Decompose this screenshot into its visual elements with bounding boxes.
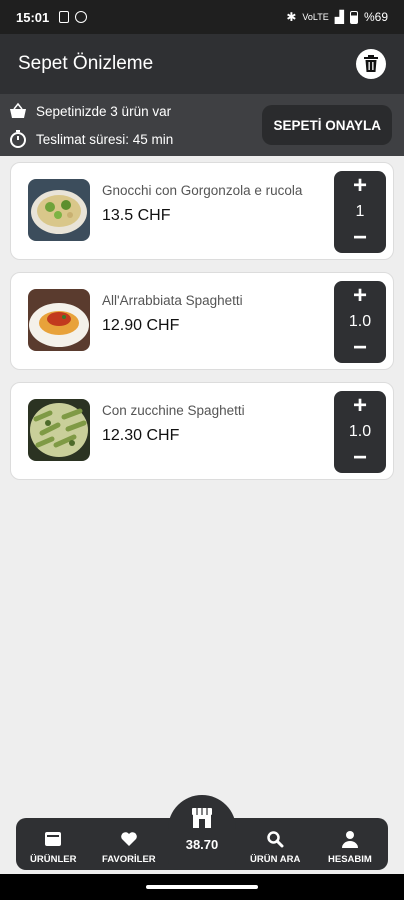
nav-favorites[interactable]: FAVORİLER bbox=[102, 830, 156, 865]
store-icon bbox=[192, 808, 212, 828]
product-price: 12.30 CHF bbox=[102, 427, 180, 444]
quantity-value: 1 bbox=[355, 203, 365, 220]
home-handle[interactable] bbox=[146, 885, 258, 889]
product-image bbox=[28, 289, 90, 351]
status-time: 15:01 bbox=[16, 9, 50, 25]
user-icon bbox=[341, 831, 358, 848]
nav-favorites-label: FAVORİLER bbox=[102, 854, 156, 865]
cart-info-bar: Sepetinizde 3 ürün var Teslimat süresi: … bbox=[0, 94, 404, 156]
nav-search[interactable]: ÜRÜN ARA bbox=[250, 830, 300, 865]
decrease-button[interactable]: − bbox=[353, 336, 367, 360]
confirm-cart-button[interactable]: SEPETİ ONAYLA bbox=[262, 105, 392, 145]
product-image bbox=[28, 399, 90, 461]
delivery-time-text: Teslimat süresi: 45 min bbox=[36, 131, 174, 147]
product-name: Con zucchine Spaghetti bbox=[102, 403, 245, 418]
cart-total-button[interactable]: 38.70 bbox=[168, 795, 236, 870]
cart-item: All'Arrabbiata Spaghetti 12.90 CHF + 1.0… bbox=[10, 272, 394, 370]
increase-button[interactable]: + bbox=[353, 174, 367, 198]
product-price: 13.5 CHF bbox=[102, 207, 171, 224]
cart-item: Gnocchi con Gorgonzola e rucola 13.5 CHF… bbox=[10, 162, 394, 260]
cart-item: Con zucchine Spaghetti 12.30 CHF + 1.0 − bbox=[10, 382, 394, 480]
search-icon bbox=[267, 831, 284, 848]
nav-account-label: HESABIM bbox=[328, 854, 372, 865]
battery-level: %69 bbox=[363, 10, 388, 24]
products-icon bbox=[45, 832, 62, 846]
product-name: All'Arrabbiata Spaghetti bbox=[102, 293, 243, 308]
decrease-button[interactable]: − bbox=[353, 446, 367, 470]
nav-products[interactable]: ÜRÜNLER bbox=[30, 830, 76, 865]
heart-icon bbox=[121, 832, 137, 846]
increase-button[interactable]: + bbox=[353, 284, 367, 308]
increase-button[interactable]: + bbox=[353, 394, 367, 418]
quantity-value: 1.0 bbox=[348, 313, 372, 330]
battery-icon bbox=[349, 10, 358, 24]
page-title: Sepet Önizleme bbox=[18, 53, 154, 74]
cart-item-list: Gnocchi con Gorgonzola e rucola 13.5 CHF… bbox=[10, 162, 394, 492]
clear-cart-button[interactable] bbox=[356, 49, 386, 79]
basket-icon bbox=[10, 102, 26, 118]
product-name: Gnocchi con Gorgonzola e rucola bbox=[102, 183, 303, 198]
nav-products-label: ÜRÜNLER bbox=[30, 854, 77, 865]
sync-icon bbox=[75, 11, 88, 23]
nav-search-label: ÜRÜN ARA bbox=[250, 854, 301, 865]
decrease-button[interactable]: − bbox=[353, 226, 367, 250]
volte-icon: VoLTE bbox=[302, 12, 329, 22]
trash-icon bbox=[364, 55, 378, 72]
quantity-value: 1.0 bbox=[348, 423, 372, 440]
quantity-stepper: + 1.0 − bbox=[334, 391, 386, 473]
app-bar: Sepet Önizleme bbox=[0, 34, 404, 94]
quantity-stepper: + 1.0 − bbox=[334, 281, 386, 363]
signal-icon: ▟ bbox=[334, 10, 344, 24]
cart-total-amount: 38.70 bbox=[185, 837, 219, 852]
quantity-stepper: + 1 − bbox=[334, 171, 386, 253]
notification-icon bbox=[59, 11, 70, 23]
status-bar: 15:01 ✱ VoLTE ▟ %69 bbox=[0, 0, 404, 34]
bluetooth-icon: ✱ bbox=[286, 10, 297, 24]
product-image bbox=[28, 179, 90, 241]
cart-count-text: Sepetinizde 3 ürün var bbox=[36, 103, 172, 119]
product-price: 12.90 CHF bbox=[102, 317, 180, 334]
stopwatch-icon bbox=[10, 130, 26, 148]
nav-account[interactable]: HESABIM bbox=[328, 830, 372, 865]
